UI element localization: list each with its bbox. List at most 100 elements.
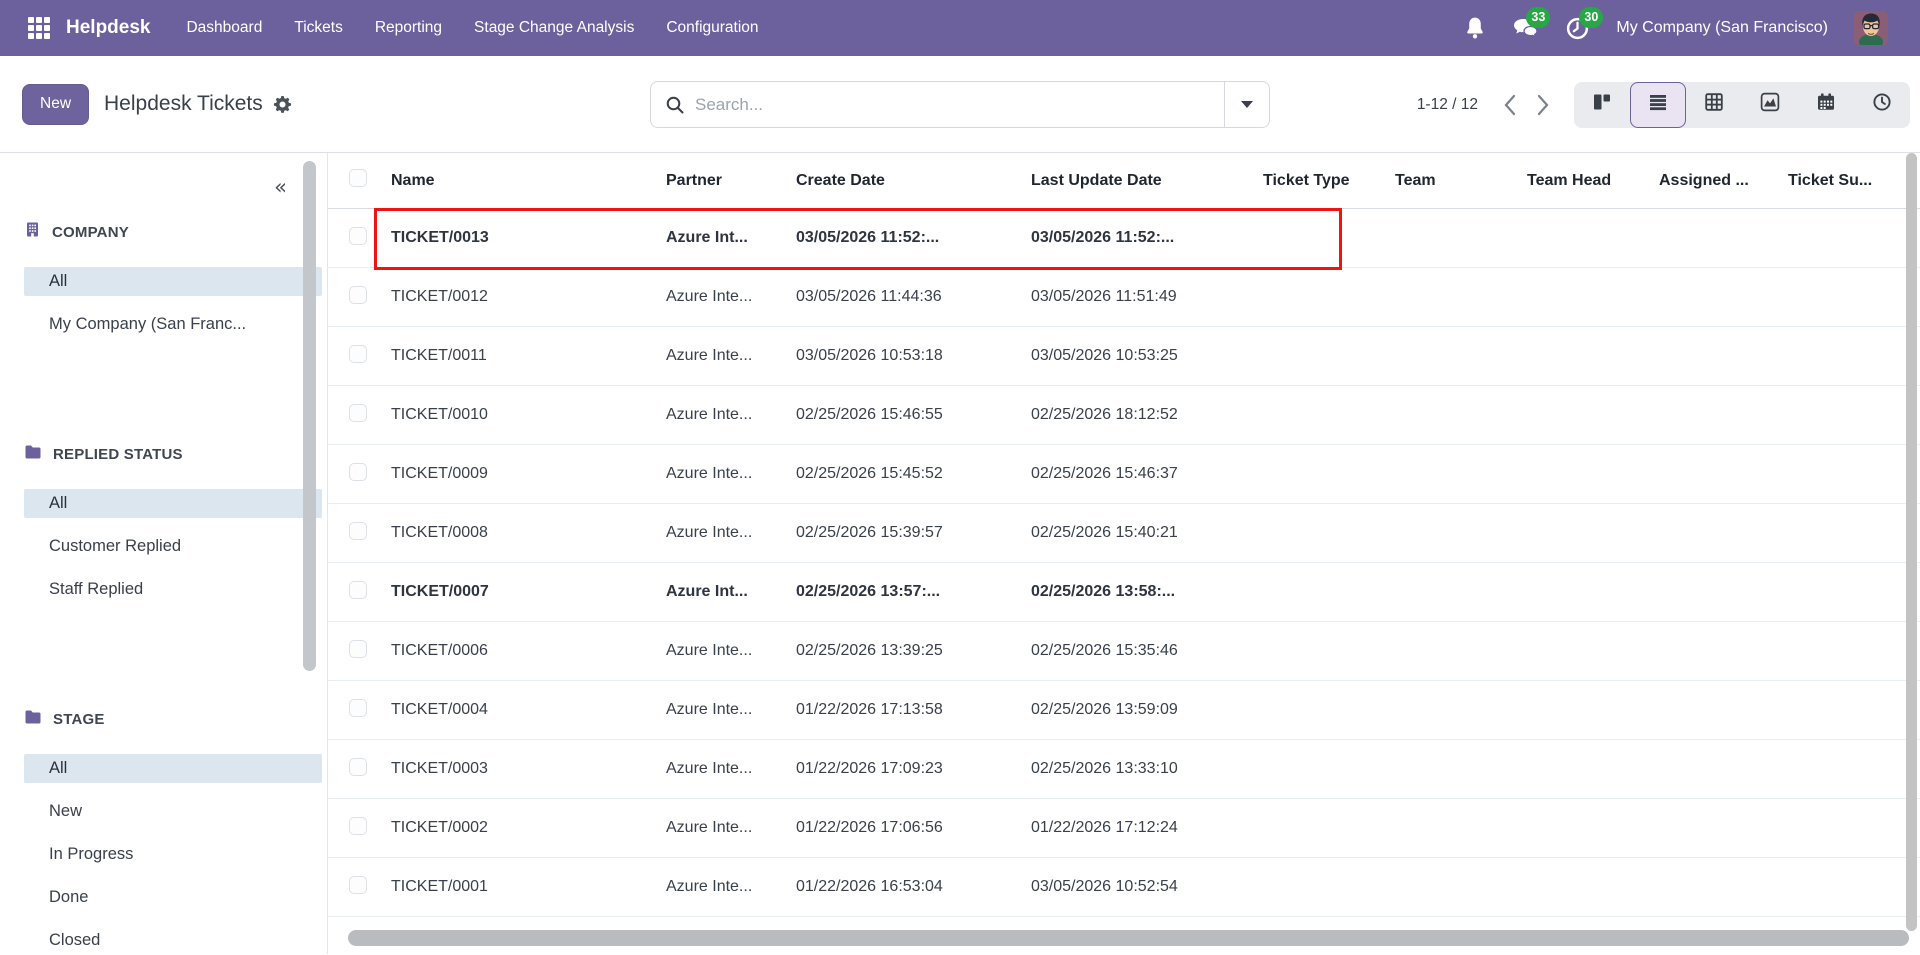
notifications-bell-icon[interactable] — [1464, 16, 1486, 40]
table-row[interactable]: TICKET/0004Azure Inte...01/22/2026 17:13… — [328, 681, 1920, 740]
company-switcher[interactable]: My Company (San Francisco) — [1616, 19, 1828, 37]
row-checkbox[interactable] — [349, 404, 367, 422]
table-row[interactable]: TICKET/0006Azure Inte...02/25/2026 13:39… — [328, 622, 1920, 681]
sidebar-item-stage-closed[interactable]: Closed — [24, 926, 322, 955]
cell-partner: Azure Inte... — [666, 347, 796, 365]
row-checkbox[interactable] — [349, 758, 367, 776]
column-header-team[interactable]: Team — [1395, 172, 1527, 190]
gear-icon[interactable] — [273, 95, 292, 114]
column-header-last-update-date[interactable]: Last Update Date — [1031, 172, 1263, 190]
navbar-systray: 33 30 My Company (San Francisco) — [1464, 11, 1888, 45]
view-button-graph[interactable] — [1742, 82, 1798, 128]
table-row[interactable]: TICKET/0011Azure Inte... 03/05/2026 10:53… — [328, 327, 1920, 386]
search-input[interactable] — [695, 95, 1224, 115]
table-row[interactable]: TICKET/0013Azure Int...03/05/2026 11:52:… — [328, 209, 1920, 268]
row-checkbox[interactable] — [349, 227, 367, 245]
table-row[interactable]: TICKET/0010Azure Inte...02/25/2026 15:46… — [328, 386, 1920, 445]
navbar-menu-item-dashboard[interactable]: Dashboard — [186, 19, 262, 37]
column-header-partner[interactable]: Partner — [666, 172, 796, 190]
view-button-list[interactable] — [1630, 82, 1686, 128]
header-checkbox-cell — [328, 169, 391, 192]
sidebar-item-replied-status-staff-replied[interactable]: Staff Replied — [24, 575, 322, 604]
column-header-ticket-su[interactable]: Ticket Su... — [1788, 172, 1920, 190]
table-row[interactable]: TICKET/0008Azure Inte...02/25/2026 15:39… — [328, 504, 1920, 563]
sidebar-item-company-my-company-san-franc[interactable]: My Company (San Franc... — [24, 310, 322, 339]
sidebar-section-header: STAGE — [0, 709, 327, 730]
pager-value: 1-12 / 12 — [1417, 96, 1478, 114]
sidebar-scrollbar-thumb[interactable] — [303, 161, 316, 671]
sidebar-section-company: COMPANYAllMy Company (San Franc... — [0, 221, 327, 339]
sidebar-item-company-all[interactable]: All — [24, 267, 322, 296]
apps-menu-icon[interactable] — [28, 17, 50, 39]
table-row[interactable]: TICKET/0003Azure Inte...01/22/2026 17:09… — [328, 740, 1920, 799]
sidebar-item-stage-in-progress[interactable]: In Progress — [24, 840, 322, 869]
cell-partner: Azure Inte... — [666, 524, 796, 542]
vertical-scrollbar-track — [1904, 153, 1920, 954]
sidebar-section-stage: STAGE All New In Progress Done Closed — [0, 709, 327, 955]
table-row[interactable]: TICKET/0007Azure Int...02/25/2026 13:57:… — [328, 563, 1920, 622]
row-checkbox[interactable] — [349, 463, 367, 481]
sidebar-item-stage-all[interactable]: All — [24, 754, 322, 783]
column-header-assigned[interactable]: Assigned ... — [1659, 172, 1788, 190]
row-checkbox[interactable] — [349, 817, 367, 835]
row-checkbox[interactable] — [349, 522, 367, 540]
pager-next-button[interactable] — [1526, 88, 1560, 122]
sidebar-item-stage-new[interactable]: New — [24, 797, 322, 826]
row-checkbox-cell — [328, 876, 391, 899]
navbar-menu-item-stage-change-analysis[interactable]: Stage Change Analysis — [474, 19, 634, 37]
vertical-scrollbar-thumb[interactable] — [1906, 153, 1917, 931]
table-row[interactable]: TICKET/0009Azure Inte...02/25/2026 15:45… — [328, 445, 1920, 504]
row-checkbox[interactable] — [349, 876, 367, 894]
search-dropdown-toggle[interactable] — [1225, 82, 1269, 127]
select-all-checkbox[interactable] — [349, 169, 367, 187]
sidebar-collapse-button[interactable]: « — [0, 153, 327, 203]
row-checkbox[interactable] — [349, 286, 367, 304]
cell-last-update-date: 02/25/2026 15:35:46 — [1031, 642, 1263, 660]
new-button[interactable]: New — [22, 84, 89, 125]
app-name[interactable]: Helpdesk — [66, 17, 150, 39]
row-checkbox[interactable] — [349, 640, 367, 658]
sidebar-item-replied-status-all[interactable]: All — [24, 489, 322, 518]
sidebar-item-replied-status-customer-replied[interactable]: Customer Replied — [24, 532, 322, 561]
column-header-create-date[interactable]: Create Date — [796, 172, 1031, 190]
table-row[interactable]: TICKET/0001Azure Inte...01/22/2026 16:53… — [328, 858, 1920, 917]
navbar-menu-item-tickets[interactable]: Tickets — [294, 19, 343, 37]
cell-partner: Azure Inte... — [666, 701, 796, 719]
sidebar-item-stage-done[interactable]: Done — [24, 883, 322, 912]
cell-last-update-date: 03/05/2026 10:53:25 — [1031, 347, 1263, 365]
row-checkbox-cell — [328, 345, 391, 368]
table-row[interactable]: TICKET/0002Azure Inte...01/22/2026 17:06… — [328, 799, 1920, 858]
column-header-ticket-type[interactable]: Ticket Type — [1263, 172, 1395, 190]
cell-last-update-date: 03/05/2026 10:52:54 — [1031, 878, 1263, 896]
cell-last-update-date: 01/22/2026 17:12:24 — [1031, 819, 1263, 837]
row-checkbox[interactable] — [349, 699, 367, 717]
sidebar-scrollbar[interactable] — [303, 153, 317, 954]
cell-create-date: 01/22/2026 16:53:04 — [796, 878, 1031, 896]
view-button-activity[interactable] — [1854, 82, 1910, 128]
top-navbar: Helpdesk Dashboard Tickets Reporting Stage … — [0, 0, 1920, 56]
cell-last-update-date: 02/25/2026 13:58:... — [1031, 583, 1263, 601]
cell-name: TICKET/0009 — [391, 465, 666, 483]
row-checkbox-cell — [328, 640, 391, 663]
pager-previous-button[interactable] — [1492, 88, 1526, 122]
view-button-calendar[interactable] — [1798, 82, 1854, 128]
calendar-icon — [1816, 92, 1836, 117]
horizontal-scrollbar[interactable] — [348, 930, 1909, 946]
navbar-menu-item-configuration[interactable]: Configuration — [666, 19, 758, 37]
row-checkbox-cell — [328, 404, 391, 427]
view-button-kanban[interactable] — [1574, 82, 1630, 128]
row-checkbox[interactable] — [349, 581, 367, 599]
column-header-name[interactable]: Name — [391, 172, 666, 190]
view-button-pivot[interactable] — [1686, 82, 1742, 128]
user-avatar[interactable] — [1854, 11, 1888, 45]
cell-name: TICKET/0011 — [391, 347, 666, 365]
cell-name: TICKET/0001 — [391, 878, 666, 896]
messages-icon[interactable]: 33 — [1512, 16, 1539, 40]
column-header-team-head[interactable]: Team Head — [1527, 172, 1659, 190]
cell-name: TICKET/0010 — [391, 406, 666, 424]
row-checkbox[interactable] — [349, 345, 367, 363]
navbar-menu-item-reporting[interactable]: Reporting — [375, 19, 442, 37]
table-row[interactable]: TICKET/0012Azure Inte...03/05/2026 11:44… — [328, 268, 1920, 327]
activities-clock-icon[interactable]: 30 — [1565, 16, 1590, 41]
control-panel: New Helpdesk Tickets 1-12 / 12 — [0, 56, 1920, 153]
